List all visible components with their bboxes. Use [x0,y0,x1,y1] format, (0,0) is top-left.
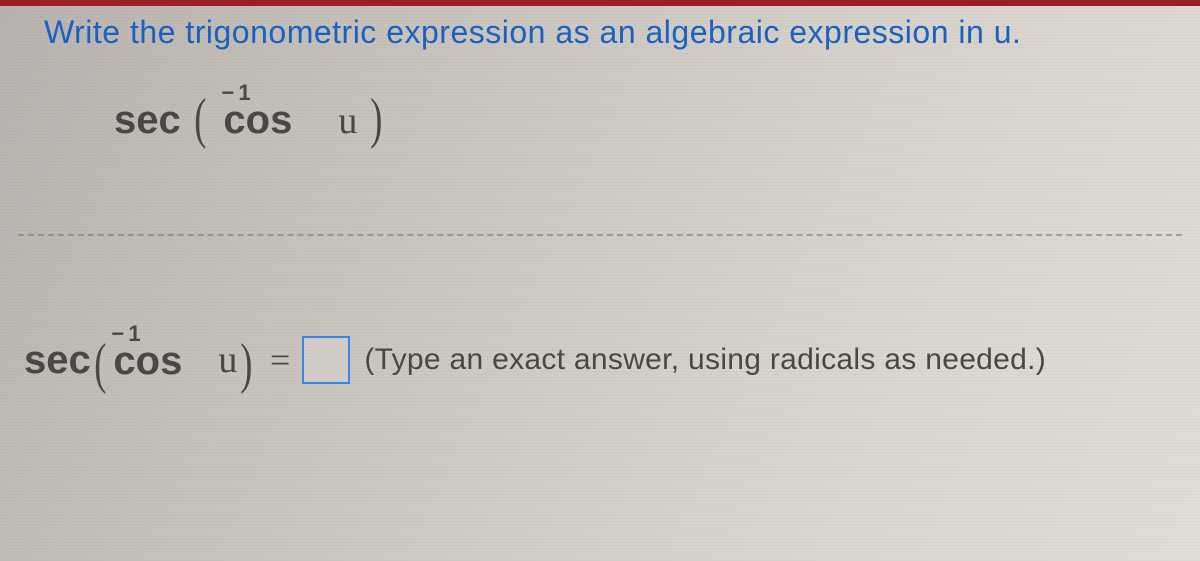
variable-u: u [338,100,357,142]
question-prompt: Write the trigonometric expression as an… [44,14,1170,51]
cos-inverse: cos − 1 [219,96,292,143]
equals-sign: = [270,339,290,381]
given-expression: sec ( cos − 1 u ) [114,96,386,143]
answer-hint: (Type an exact answer, using radicals as… [364,343,1046,377]
variable-u-2: u [218,338,237,382]
sec-function-2: sec [24,338,91,383]
divider [18,234,1182,236]
inverse-exponent: − 1 [221,80,249,106]
inverse-exponent-2: − 1 [111,321,139,347]
answer-input[interactable] [302,336,350,384]
sec-function: sec [114,98,181,142]
accent-bar [0,0,1200,6]
cos-inverse-2: cos − 1 [109,337,182,384]
answer-line: sec ( cos − 1 u ) = (Type an exact answe… [24,336,1046,384]
